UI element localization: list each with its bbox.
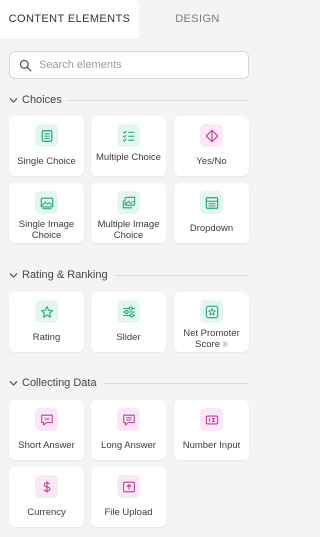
registered-badge: ® [222,342,228,349]
diamond-icon [200,124,223,147]
element-label: Yes/No [196,156,227,167]
search-box[interactable] [9,51,249,79]
element-label: Currency [27,507,66,518]
checklist-icon [117,124,140,147]
rating-grid: Rating Slider Net Promoter Score ® [9,292,249,352]
collecting-grid: Short Answer Long Answer Number Input Cu… [9,400,249,528]
element-label: Number Input [182,440,241,451]
star-icon [35,300,58,323]
section-title: Rating & Ranking [22,269,108,281]
number-input-icon [200,408,223,431]
element-card-dropdown[interactable]: Dropdown [174,183,249,243]
element-label-text: Net Promoter Score [183,328,240,350]
element-card-slider[interactable]: Slider [91,292,166,352]
element-card-single-choice[interactable]: Single Choice [9,116,84,176]
element-label: Dropdown [189,223,234,234]
element-card-multiple-choice[interactable]: Multiple Choice [91,116,166,176]
element-label: Long Answer [101,440,156,451]
section-title: Choices [22,94,62,106]
element-label: Multiple Image Choice [97,219,160,241]
element-label: Net Promoter Score ® [176,328,247,351]
chevron-down-icon [9,97,18,103]
chevron-down-icon [9,380,18,386]
image-icon [35,191,58,214]
section-header-rating-ranking[interactable]: Rating & Ranking [9,268,249,282]
element-label: File Upload [104,507,153,518]
element-label: Slider [116,332,141,343]
element-card-number-input[interactable]: Number Input [174,400,249,460]
elements-panel: Choices Single Choice Multiple Choice Ye… [0,38,256,537]
element-card-rating[interactable]: Rating [9,292,84,352]
element-card-short-answer[interactable]: Short Answer [9,400,84,460]
element-label: Single Image Choice [18,219,75,241]
images-icon [117,191,140,214]
search-input[interactable] [39,59,239,71]
element-card-multiple-image-choice[interactable]: Multiple Image Choice [91,183,166,243]
element-label: Multiple Choice [96,152,161,163]
star-box-icon [200,300,223,323]
dropdown-icon [200,191,223,214]
tab-bar: CONTENT ELEMENTS DESIGN [0,0,256,38]
chevron-down-icon [9,272,18,278]
section-divider [102,382,249,384]
section-header-choices[interactable]: Choices [9,93,249,107]
element-card-file-upload[interactable]: File Upload [91,467,166,527]
element-card-yes-no[interactable]: Yes/No [174,116,249,176]
choices-grid: Single Choice Multiple Choice Yes/No Sin… [9,116,249,244]
element-label: Single Choice [17,156,76,167]
tab-content-elements[interactable]: CONTENT ELEMENTS [0,0,139,38]
dollar-icon [35,475,58,498]
search-icon [19,59,32,71]
element-card-long-answer[interactable]: Long Answer [91,400,166,460]
element-card-net-promoter-score[interactable]: Net Promoter Score ® [174,292,249,352]
list-check-icon [35,124,58,147]
element-label: Short Answer [18,440,75,451]
long-answer-icon [117,408,140,431]
element-card-single-image-choice[interactable]: Single Image Choice [9,183,84,243]
section-divider [113,274,249,276]
section-title: Collecting Data [22,377,97,389]
short-answer-icon [35,408,58,431]
element-card-currency[interactable]: Currency [9,467,84,527]
upload-icon [117,475,140,498]
element-label: Rating [32,332,61,343]
tab-design[interactable]: DESIGN [139,0,256,38]
section-header-collecting-data[interactable]: Collecting Data [9,376,249,390]
section-divider [67,99,249,101]
slider-icon [117,300,140,323]
